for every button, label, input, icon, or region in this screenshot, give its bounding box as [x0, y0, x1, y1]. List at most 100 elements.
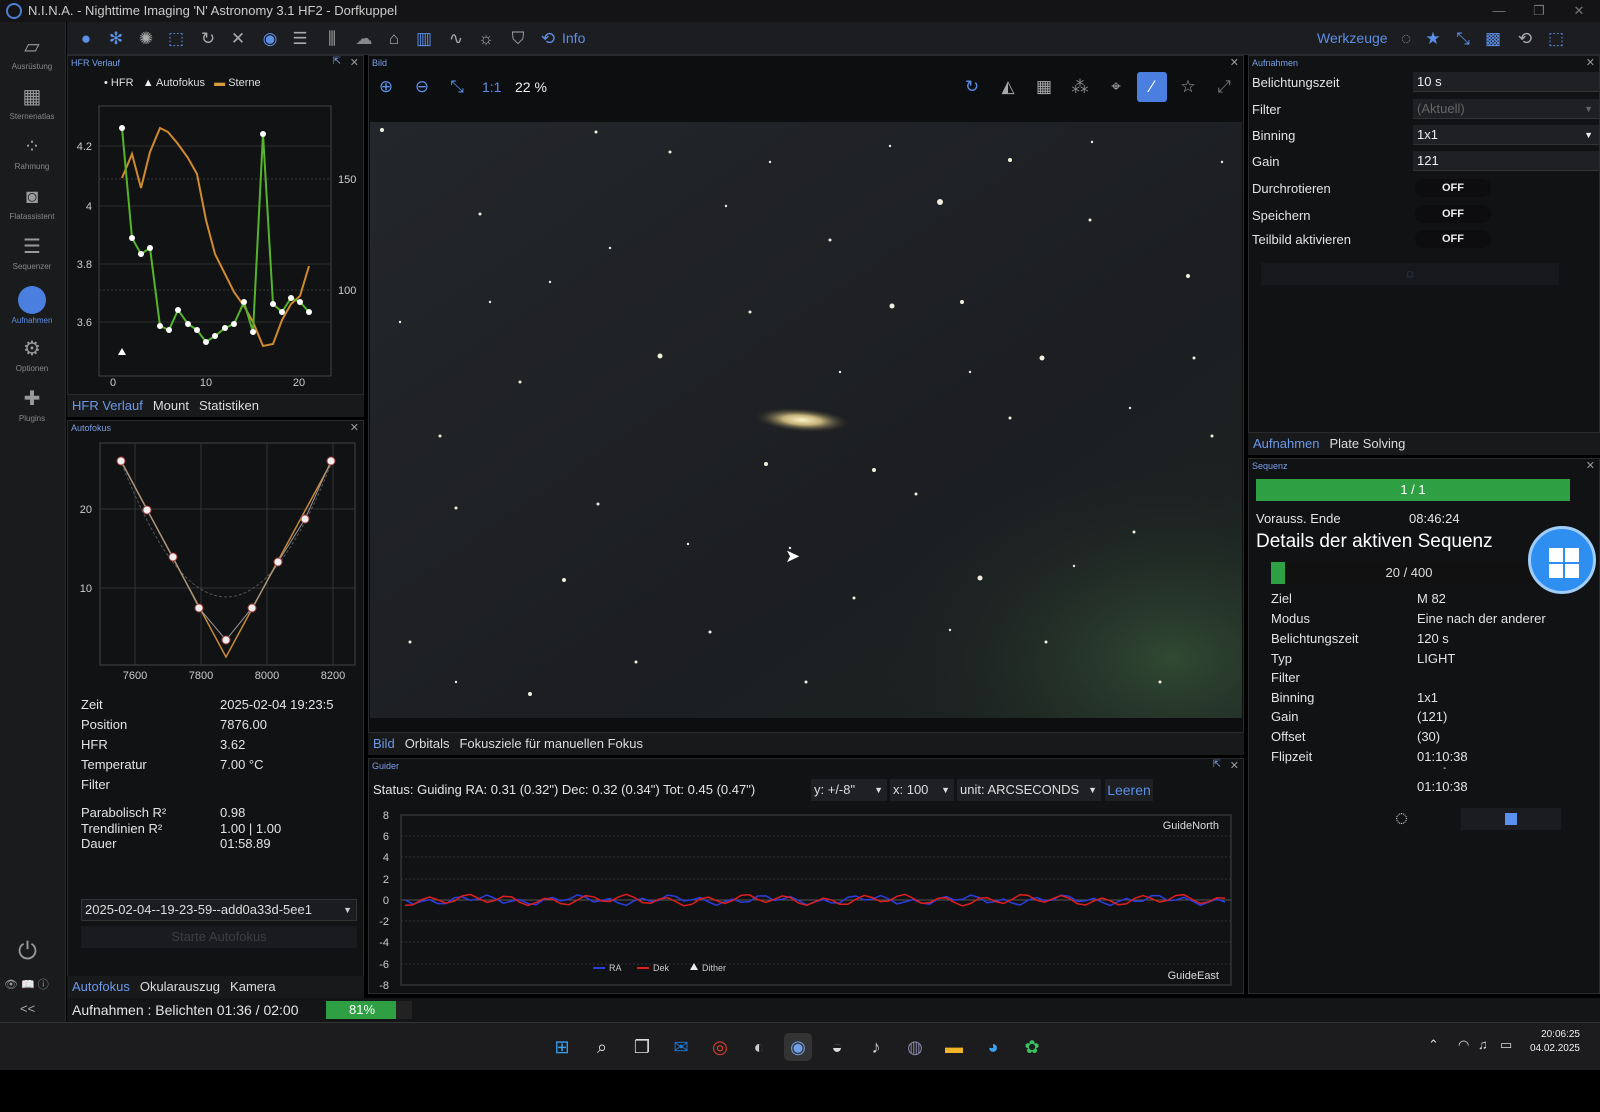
flip-icon[interactable]: ◭	[997, 76, 1019, 98]
image-close-icon[interactable]: ✕	[1230, 56, 1239, 70]
sidebar-item-rahmung[interactable]: ⁘ Rahmung	[0, 134, 64, 171]
y-scale-select[interactable]: y: +/-8" ▼	[811, 779, 887, 801]
stop-sequence-button[interactable]	[1461, 808, 1561, 830]
favorite-star-icon[interactable]: ★	[1422, 28, 1444, 50]
camera-icon[interactable]: ●	[75, 28, 97, 50]
info-tab[interactable]: Info	[562, 30, 585, 46]
clock-date[interactable]: 04.02.2025	[1520, 1043, 1580, 1054]
filter-select[interactable]: (Aktuell) ▼	[1413, 99, 1599, 119]
zoom-in-icon[interactable]: ⊕	[375, 76, 397, 98]
chart-icon[interactable]: ▥	[413, 28, 435, 50]
globe-icon[interactable]: ◕	[979, 1033, 1007, 1061]
clear-button[interactable]: Leeren	[1105, 779, 1153, 801]
fit-icon[interactable]: ⤡	[446, 76, 468, 98]
start-autofocus-button[interactable]: Starte Autofokus	[81, 926, 357, 948]
pin-icon[interactable]: ⇱	[333, 56, 341, 67]
volume-icon[interactable]: ♫	[1478, 1037, 1488, 1052]
safety-icon[interactable]: ⛉	[507, 28, 529, 50]
tab-fokusziele[interactable]: Fokusziele für manuellen Fokus	[454, 733, 648, 755]
planetarium-icon[interactable]: ◍	[901, 1033, 929, 1061]
frame-icon[interactable]: ⬚	[165, 28, 187, 50]
autofocus-close-icon[interactable]: ✕	[350, 421, 359, 435]
tab-bild[interactable]: Bild	[368, 733, 400, 755]
af-run-dropdown[interactable]: 2025-02-04--19-23-59--add0a33d-5ee1 ▼	[81, 899, 357, 921]
sequence-close-icon[interactable]: ✕	[1586, 459, 1595, 473]
tab-plate-solving[interactable]: Plate Solving	[1325, 433, 1411, 455]
guider-icon[interactable]: ◉	[259, 28, 281, 50]
battery-icon[interactable]: ▭	[1500, 1037, 1512, 1053]
sidebar-item-flatassistent[interactable]: ◙ Flatassistent	[0, 184, 64, 221]
sidebar-item-aufnahmen[interactable]: Aufnahmen	[0, 286, 64, 325]
minimize-button[interactable]: —	[1482, 0, 1516, 22]
close-button[interactable]: ✕	[1562, 0, 1596, 22]
sidebar-footer-icons[interactable]: 👁 📖 ⓘ	[4, 976, 49, 992]
file-explorer-icon[interactable]: ▬	[940, 1033, 968, 1061]
nina-taskbar-icon[interactable]: ◉	[784, 1033, 812, 1061]
switch-icon[interactable]: ⫼	[321, 28, 343, 50]
zoom-out-icon[interactable]: ⊖	[411, 76, 433, 98]
zoom-1to1-button[interactable]: 1:1	[482, 79, 501, 95]
windows-overlay-icon[interactable]	[1528, 526, 1596, 594]
mesh-icon[interactable]: ⤡	[1452, 28, 1474, 50]
tab-statistiken[interactable]: Statistiken	[194, 395, 264, 417]
outlook-icon[interactable]: ✉	[667, 1033, 695, 1061]
annotate-star-icon[interactable]: ☆	[1177, 76, 1199, 98]
search-icon[interactable]: ⌕	[588, 1033, 616, 1061]
focuser-icon[interactable]: ✺	[135, 28, 157, 50]
sidebar-item-sternenatlas[interactable]: ▦ Sternenatlas	[0, 84, 64, 121]
stellarium-icon[interactable]: ◒	[823, 1033, 851, 1061]
task-view-icon[interactable]: ❐	[628, 1033, 656, 1061]
collapse-sidebar-button[interactable]: <<	[20, 1001, 35, 1016]
star-detection-icon[interactable]: ⁂	[1069, 76, 1091, 98]
filter-wheel-icon[interactable]: ✻	[105, 28, 127, 50]
x-scale-select[interactable]: x: 100 ▼	[890, 779, 954, 801]
tilt-icon[interactable]: ⤢	[1213, 76, 1235, 98]
maximize-button[interactable]: ❐	[1522, 0, 1556, 22]
save-toggle[interactable]: OFF	[1415, 205, 1491, 223]
telescope-icon[interactable]: ✕	[227, 28, 249, 50]
tab-orbitals[interactable]: Orbitals	[400, 733, 455, 755]
layout-icon[interactable]: ⬚	[1545, 28, 1567, 50]
power-icon[interactable]: ⏻	[18, 938, 37, 966]
info-link-icon[interactable]: ⟲	[537, 28, 559, 50]
exposure-time-input[interactable]: 10 s	[1413, 72, 1599, 92]
hfr-close-icon[interactable]: ✕	[350, 56, 359, 70]
tab-autofokus[interactable]: Autofokus	[67, 976, 135, 998]
tab-okularauszug[interactable]: Okularauszug	[135, 976, 225, 998]
binning-select[interactable]: 1x1 ▼	[1413, 125, 1599, 145]
phd-icon[interactable]: ♪	[862, 1033, 890, 1061]
werkzeuge-menu[interactable]: Werkzeuge	[1317, 30, 1388, 46]
sidebar-item-plugins[interactable]: ✚ Plugins	[0, 386, 64, 423]
tray-chevron-icon[interactable]: ⌃	[1428, 1037, 1439, 1053]
app-icon[interactable]: ◐	[745, 1033, 773, 1061]
guider-close-icon[interactable]: ✕	[1230, 759, 1239, 773]
grid-tool-icon[interactable]: ▩	[1482, 28, 1504, 50]
gain-input[interactable]: 121	[1413, 151, 1599, 171]
sidebar-item-sequenzer[interactable]: ☰ Sequenzer	[0, 234, 64, 271]
chrome-icon[interactable]: ◎	[706, 1033, 734, 1061]
history-icon[interactable]: ⟲	[1514, 28, 1536, 50]
loop-toggle[interactable]: OFF	[1415, 179, 1491, 197]
lightbulb-icon[interactable]: ☼	[475, 28, 497, 50]
weather-icon[interactable]: ☁	[353, 28, 375, 50]
capture-button[interactable]: ◌	[1261, 263, 1559, 285]
tab-hfr-verlauf[interactable]: HFR Verlauf	[67, 395, 148, 417]
graph-icon[interactable]: ∿	[445, 28, 467, 50]
crosshair-icon[interactable]: ⌖	[1105, 76, 1127, 98]
start-icon[interactable]: ⊞	[548, 1033, 576, 1061]
rotator-icon[interactable]: ↻	[197, 28, 219, 50]
stretch-icon[interactable]: ⁄	[1137, 72, 1167, 102]
flat-device-icon[interactable]: ☰	[289, 28, 311, 50]
grid-overlay-icon[interactable]: ▦	[1033, 76, 1055, 98]
tab-aufnahmen[interactable]: Aufnahmen	[1248, 433, 1325, 455]
sidebar-item-optionen[interactable]: ⚙ Optionen	[0, 336, 64, 373]
dome-icon[interactable]: ⌂	[383, 28, 405, 50]
clock-time[interactable]: 20:06:25	[1530, 1029, 1580, 1040]
unit-select[interactable]: unit: ARCSECONDS ▼	[957, 779, 1101, 801]
sidebar-item-ausruestung[interactable]: ▱ Ausrüstung	[0, 34, 64, 71]
subframe-toggle[interactable]: OFF	[1415, 230, 1491, 248]
rotate-icon[interactable]: ↻	[961, 76, 983, 98]
pin-icon[interactable]: ⇱	[1213, 759, 1221, 770]
sharpcap-icon[interactable]: ✿	[1018, 1033, 1046, 1061]
tab-mount[interactable]: Mount	[148, 395, 194, 417]
